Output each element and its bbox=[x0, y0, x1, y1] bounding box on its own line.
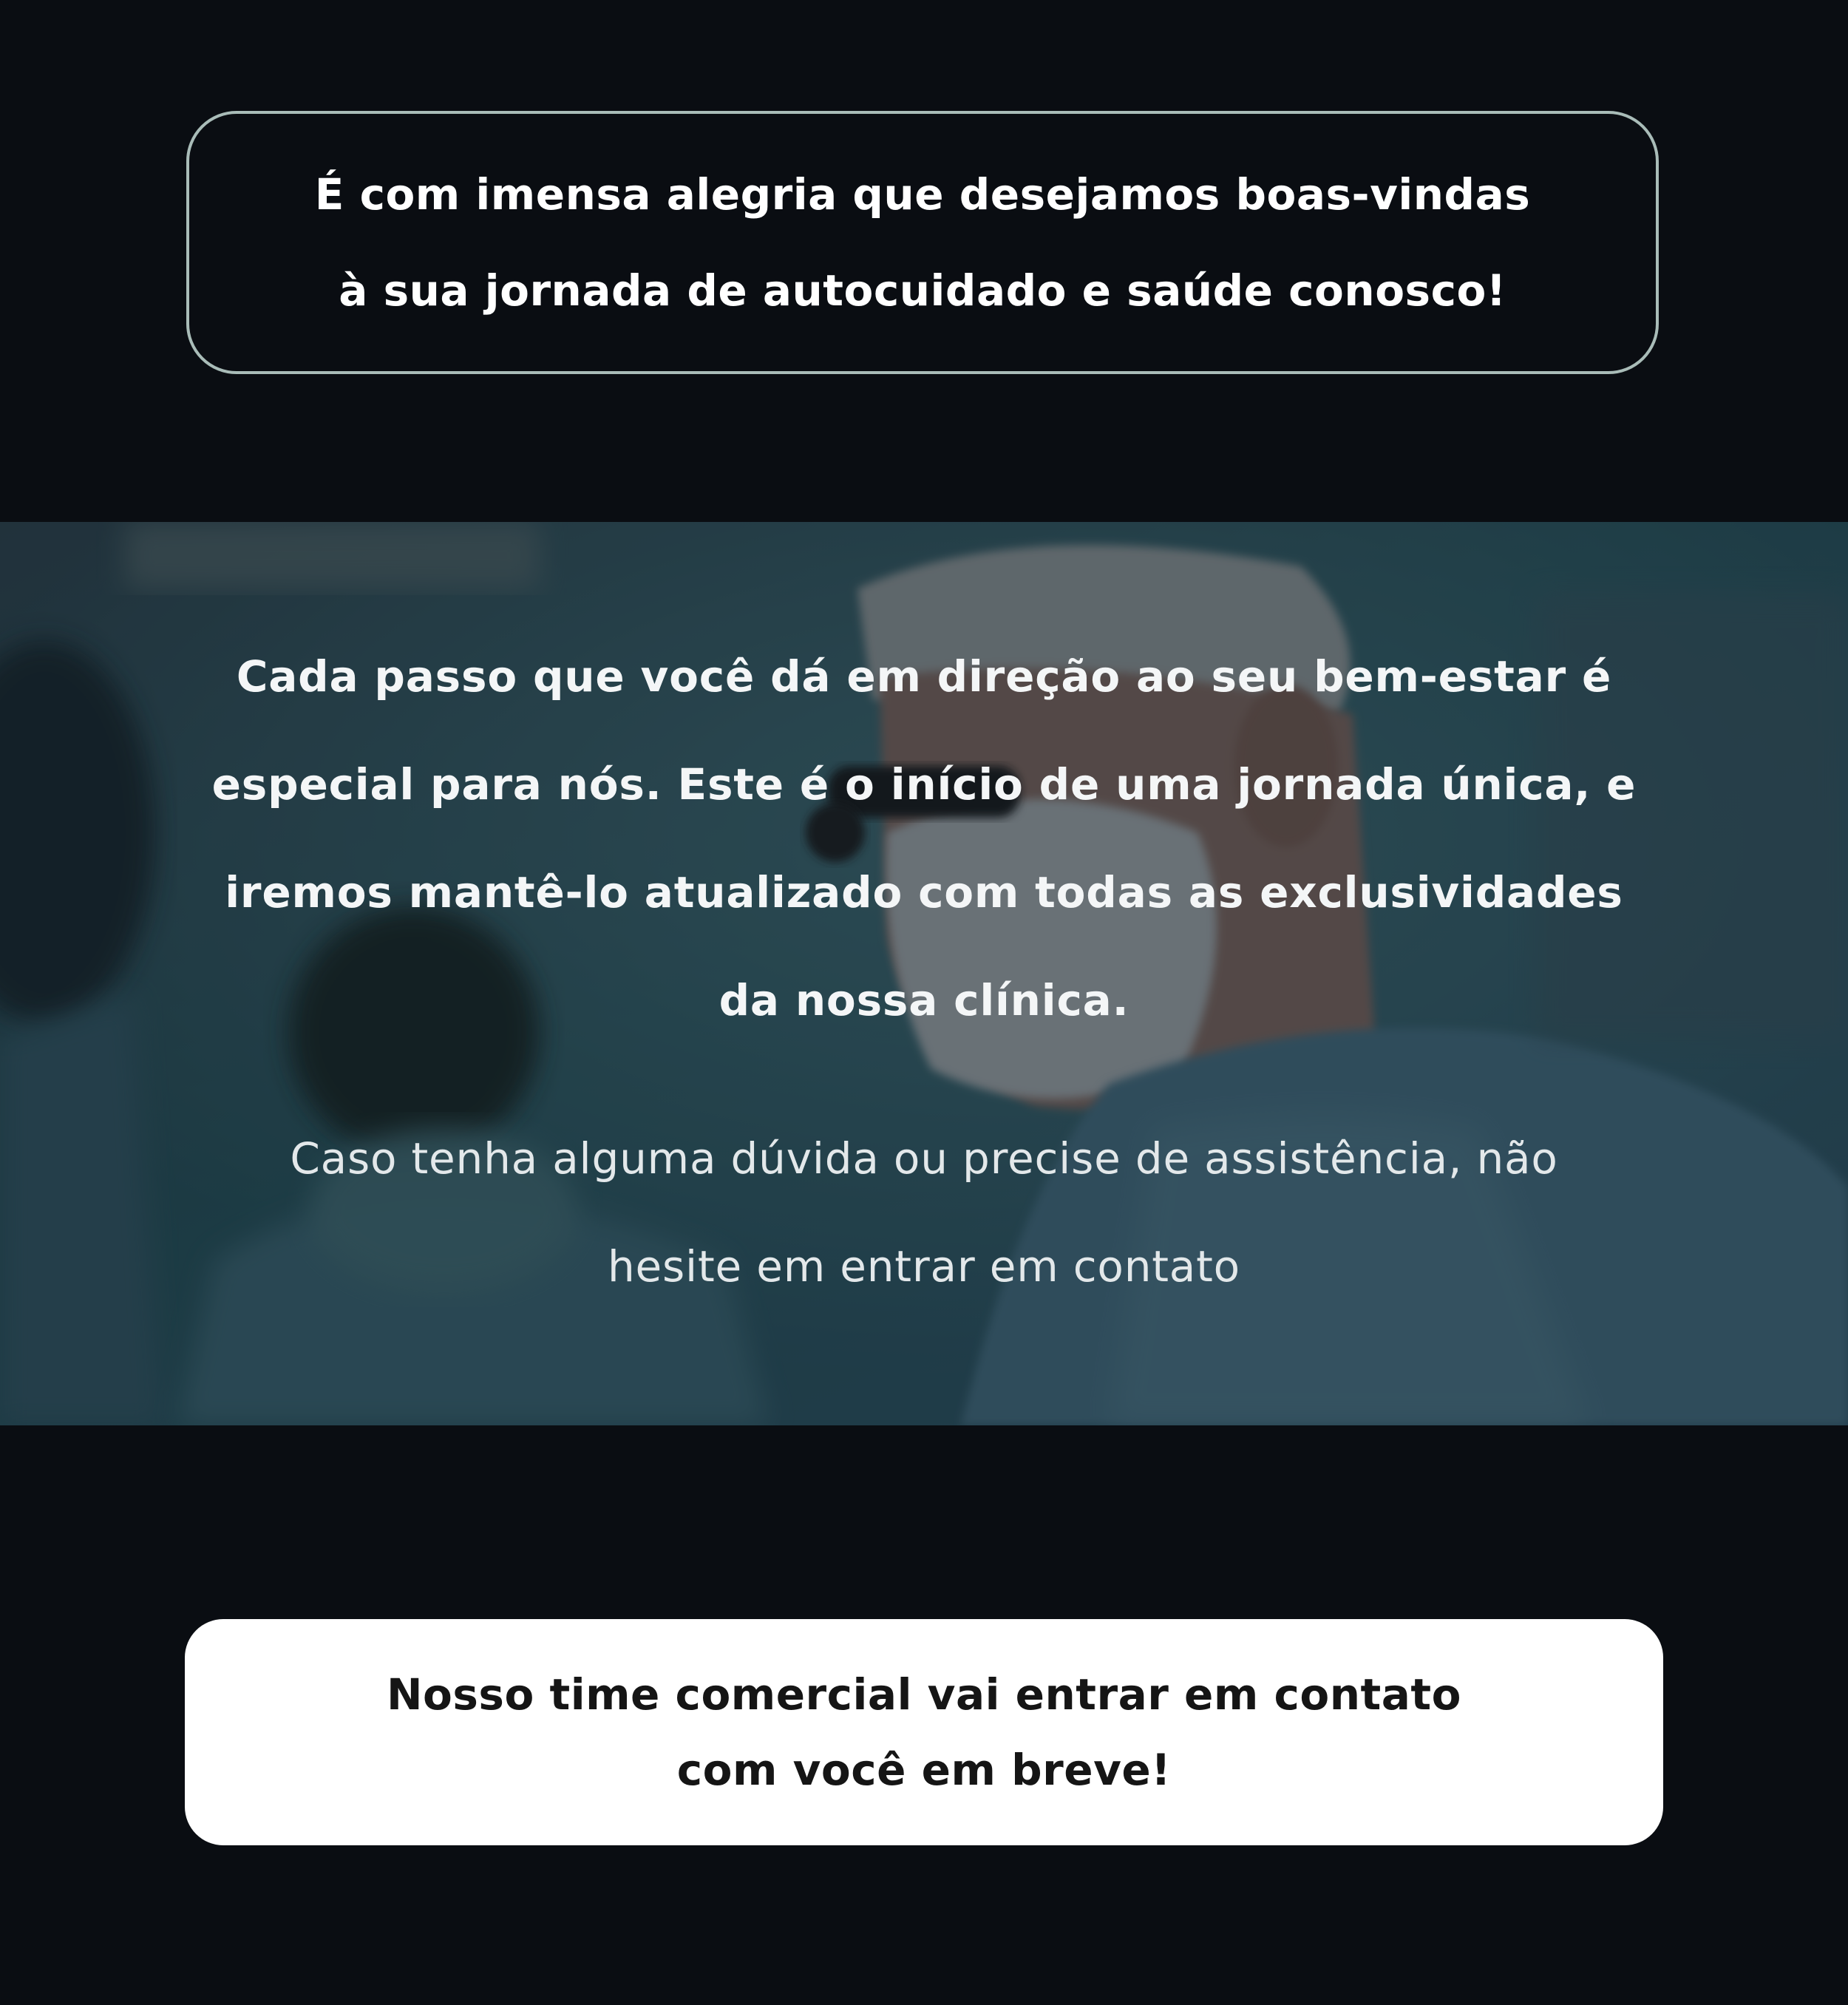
welcome-line-1: É com imensa alegria que desejamos boas-… bbox=[314, 169, 1531, 220]
hero-paragraph-line: Cada passo que você dá em direção ao seu… bbox=[236, 651, 1612, 702]
cta-line-1: Nosso time comercial vai entrar em conta… bbox=[387, 1669, 1461, 1720]
hero-contact-line: hesite em entrar em contato bbox=[608, 1241, 1240, 1292]
hero-paragraph-line: especial para nós. Este é o início de um… bbox=[211, 759, 1637, 810]
commercial-team-card: Nosso time comercial vai entrar em conta… bbox=[185, 1619, 1663, 1845]
cta-line-2: com você em breve! bbox=[676, 1745, 1172, 1795]
hero-main-paragraph: Cada passo que você dá em direção ao seu… bbox=[0, 622, 1848, 1054]
hero-contact-paragraph: Caso tenha alguma dúvida ou precise de a… bbox=[0, 1105, 1848, 1320]
welcome-message-box: É com imensa alegria que desejamos boas-… bbox=[186, 111, 1659, 374]
hero-paragraph-line: iremos mantê-lo atualizado com todas as … bbox=[225, 867, 1623, 917]
hero-contact-line: Caso tenha alguma dúvida ou precise de a… bbox=[290, 1133, 1558, 1184]
welcome-line-2: à sua jornada de autocuidado e saúde con… bbox=[339, 265, 1506, 316]
hero-paragraph-line: da nossa clínica. bbox=[719, 975, 1129, 1025]
hero-section: Cada passo que você dá em direção ao seu… bbox=[0, 522, 1848, 1425]
